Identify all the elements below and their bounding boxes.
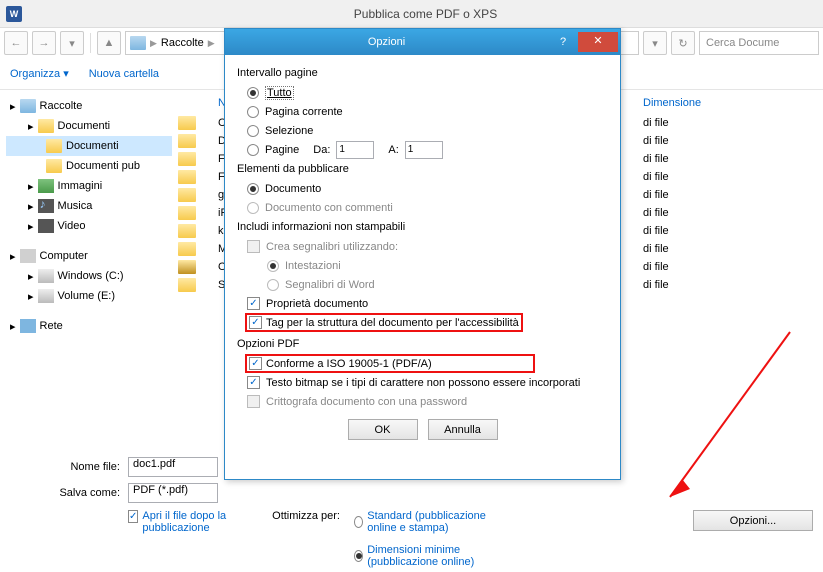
tree-documenti-pub[interactable]: Documenti pub: [6, 156, 172, 176]
radio-dim-min[interactable]: Dimensioni minime (pubblicazione online): [354, 544, 514, 568]
grp-elementi: Elementi da pubblicare: [237, 163, 608, 175]
tree-documenti-sel[interactable]: Documenti: [6, 136, 172, 156]
dialog-title: Opzioni: [225, 36, 548, 48]
refresh-button[interactable]: ↻: [671, 31, 695, 55]
new-folder-button[interactable]: Nuova cartella: [89, 68, 159, 80]
da-input[interactable]: [336, 141, 374, 159]
radio-icon: [354, 516, 363, 528]
up-folder-button[interactable]: ▲: [97, 31, 121, 55]
chk-prop-doc[interactable]: Proprietà documento: [237, 294, 608, 313]
tree-immagini[interactable]: ▸Immagini: [6, 176, 172, 196]
radio-doc-commenti[interactable]: Documento con commenti: [237, 198, 608, 217]
list-dim: Dimensione di file di file di file di fi…: [643, 90, 823, 450]
dialog-titlebar[interactable]: Opzioni ? ✕: [225, 29, 620, 55]
chk-segnalibri[interactable]: Crea segnalibri utilizzando:: [237, 237, 608, 256]
salva-come-select[interactable]: PDF (*.pdf): [128, 483, 218, 503]
chk-critto[interactable]: Crittografa documento con una password: [237, 392, 608, 411]
tree-video[interactable]: ▸Video: [6, 216, 172, 236]
radio-standard[interactable]: Standard (pubblicazione online e stampa): [354, 510, 514, 534]
nav-tree: ▸Raccolte ▸Documenti Documenti Documenti…: [0, 90, 178, 450]
ok-button[interactable]: OK: [348, 419, 418, 440]
apri-file-check[interactable]: Apri il file dopo la pubblicazione: [128, 510, 258, 534]
dropdown-button[interactable]: ▾: [643, 31, 667, 55]
tree-vol-e[interactable]: ▸Volume (E:): [6, 286, 172, 306]
ottimizza-label: Ottimizza per:: [266, 510, 346, 522]
window-title: Pubblica come PDF o XPS: [28, 7, 823, 21]
tree-musica[interactable]: ▸Musica: [6, 196, 172, 216]
annulla-button[interactable]: Annulla: [428, 419, 498, 440]
search-input[interactable]: Cerca Docume: [699, 31, 819, 55]
chk-tag-acc[interactable]: Tag per la struttura del documento per l…: [249, 316, 519, 329]
a-input[interactable]: [405, 141, 443, 159]
tree-rete[interactable]: ▸Rete: [6, 316, 172, 336]
tree-raccolte[interactable]: ▸Raccolte: [6, 96, 172, 116]
library-icon: [130, 36, 146, 50]
close-button[interactable]: ✕: [578, 32, 618, 52]
highlight-iso: Conforme a ISO 19005-1 (PDF/A): [245, 354, 535, 373]
crumb-raccolte[interactable]: Raccolte: [161, 37, 204, 49]
nome-file-input[interactable]: doc1.pdf: [128, 457, 218, 477]
up-button[interactable]: ▾: [60, 31, 84, 55]
opzioni-dialog: Opzioni ? ✕ Intervallo pagine Tutto Pagi…: [224, 28, 621, 480]
radio-seg-word: Segnalibri di Word: [237, 275, 608, 294]
nome-file-label: Nome file:: [10, 461, 120, 473]
checkbox-icon: [128, 510, 138, 523]
tree-win-c[interactable]: ▸Windows (C:): [6, 266, 172, 286]
chk-iso[interactable]: Conforme a ISO 19005-1 (PDF/A): [249, 357, 432, 370]
word-icon: W: [6, 6, 22, 22]
opzioni-button[interactable]: Opzioni...: [693, 510, 813, 531]
back-button[interactable]: ←: [4, 31, 28, 55]
tree-computer[interactable]: ▸Computer: [6, 246, 172, 266]
organize-button[interactable]: Organizza ▾: [10, 67, 69, 80]
tree-documenti[interactable]: ▸Documenti: [6, 116, 172, 136]
radio-icon: [354, 550, 363, 562]
radio-pagine[interactable]: Pagine Da: A:: [237, 140, 608, 159]
salva-come-label: Salva come:: [10, 487, 120, 499]
chk-bitmap[interactable]: Testo bitmap se i tipi di carattere non …: [237, 373, 608, 392]
list-icons: [178, 90, 218, 450]
grp-intervallo: Intervallo pagine: [237, 67, 608, 79]
forward-button[interactable]: →: [32, 31, 56, 55]
radio-pagina-corrente[interactable]: Pagina corrente: [237, 102, 608, 121]
title-bar: W Pubblica come PDF o XPS: [0, 0, 823, 28]
help-button[interactable]: ?: [548, 36, 578, 48]
radio-tutto[interactable]: Tutto: [237, 83, 608, 102]
radio-selezione[interactable]: Selezione: [237, 121, 608, 140]
radio-documento[interactable]: Documento: [237, 179, 608, 198]
highlight-tag-acc: Tag per la struttura del documento per l…: [245, 313, 523, 332]
grp-includi: Includi informazioni non stampabili: [237, 221, 608, 233]
grp-pdf: Opzioni PDF: [237, 338, 608, 350]
col-dim[interactable]: Dimensione: [643, 92, 823, 114]
radio-intestazioni: Intestazioni: [237, 256, 608, 275]
